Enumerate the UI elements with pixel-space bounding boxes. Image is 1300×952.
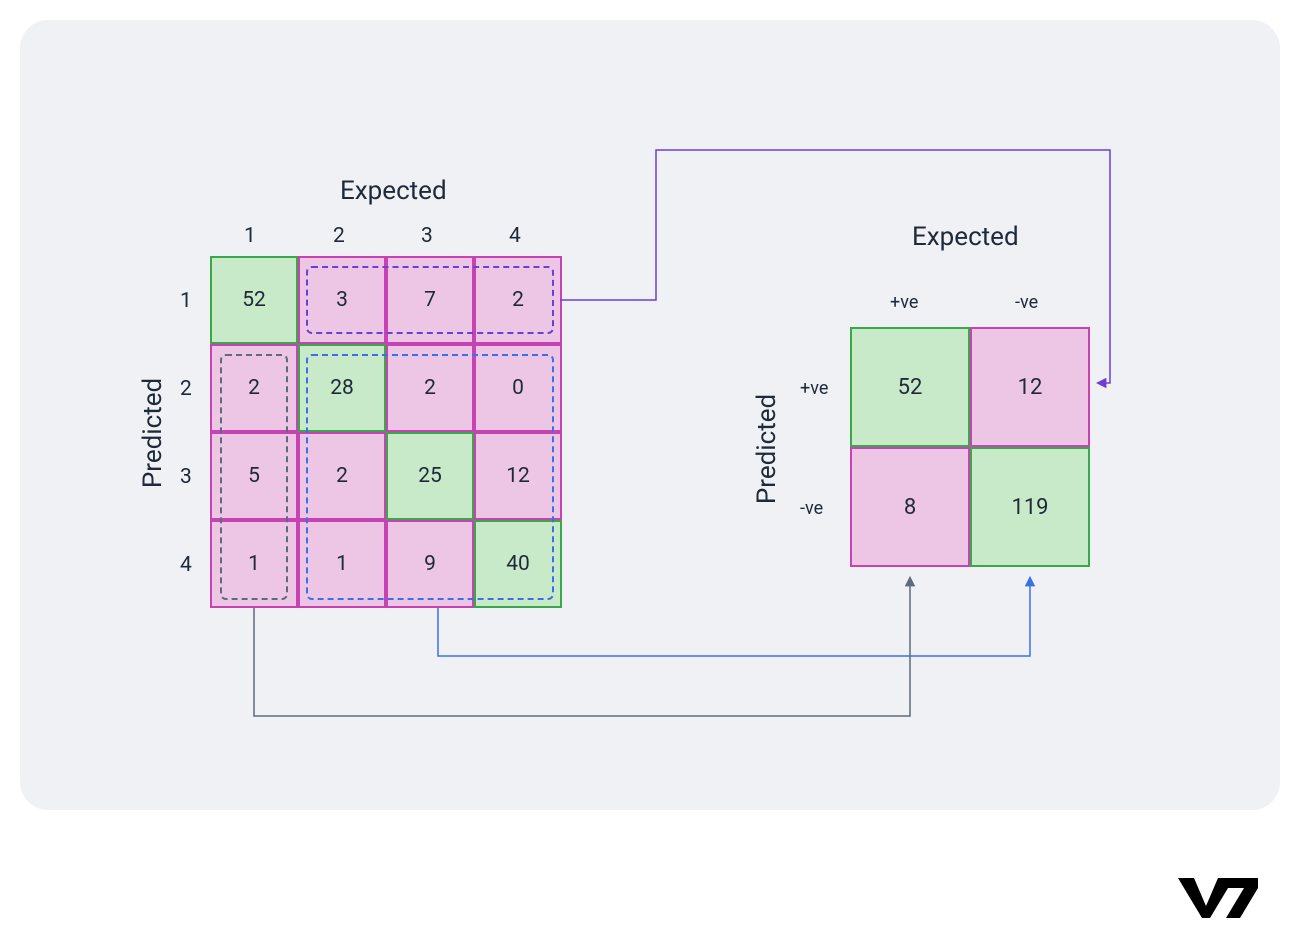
right-row-neg: -ve [800, 498, 823, 519]
cell-4-3: 9 [386, 520, 474, 608]
cell-4-2: 1 [298, 520, 386, 608]
binary-confusion-matrix: 52 12 8 119 [850, 327, 1090, 567]
rcell-tp: 52 [850, 327, 970, 447]
cell-4-1: 1 [210, 520, 298, 608]
right-predicted-label: Predicted [752, 394, 782, 504]
cell-4-4: 40 [474, 520, 562, 608]
left-row-3: 3 [180, 465, 192, 489]
diagram-panel: Expected Predicted 1 2 3 4 1 2 3 4 52 3 … [20, 20, 1280, 810]
cell-1-3: 7 [386, 256, 474, 344]
left-row-1: 1 [180, 289, 192, 313]
right-col-pos: +ve [890, 292, 918, 313]
cell-2-1: 2 [210, 344, 298, 432]
cell-3-4: 12 [474, 432, 562, 520]
cell-3-2: 2 [298, 432, 386, 520]
cell-1-4: 2 [474, 256, 562, 344]
left-col-1: 1 [244, 224, 256, 248]
left-expected-label: Expected [340, 176, 447, 206]
right-row-pos: +ve [800, 378, 828, 399]
cell-1-1: 52 [210, 256, 298, 344]
right-col-neg: -ve [1015, 292, 1038, 313]
rcell-tn: 119 [970, 447, 1090, 567]
v7-logo [1176, 872, 1260, 920]
rcell-fn: 8 [850, 447, 970, 567]
cell-2-2: 28 [298, 344, 386, 432]
cell-2-4: 0 [474, 344, 562, 432]
rcell-fp: 12 [970, 327, 1090, 447]
cell-2-3: 2 [386, 344, 474, 432]
right-expected-label: Expected [912, 222, 1019, 252]
multiclass-confusion-matrix: 52 3 7 2 2 28 2 0 5 2 25 12 1 1 9 40 [210, 256, 562, 608]
left-col-2: 2 [333, 224, 345, 248]
left-row-4: 4 [180, 553, 192, 577]
left-col-4: 4 [509, 224, 521, 248]
cell-3-1: 5 [210, 432, 298, 520]
cell-3-3: 25 [386, 432, 474, 520]
left-col-3: 3 [421, 224, 433, 248]
connector-arrows [20, 20, 1280, 810]
cell-1-2: 3 [298, 256, 386, 344]
left-predicted-label: Predicted [138, 378, 168, 488]
left-row-2: 2 [180, 377, 192, 401]
